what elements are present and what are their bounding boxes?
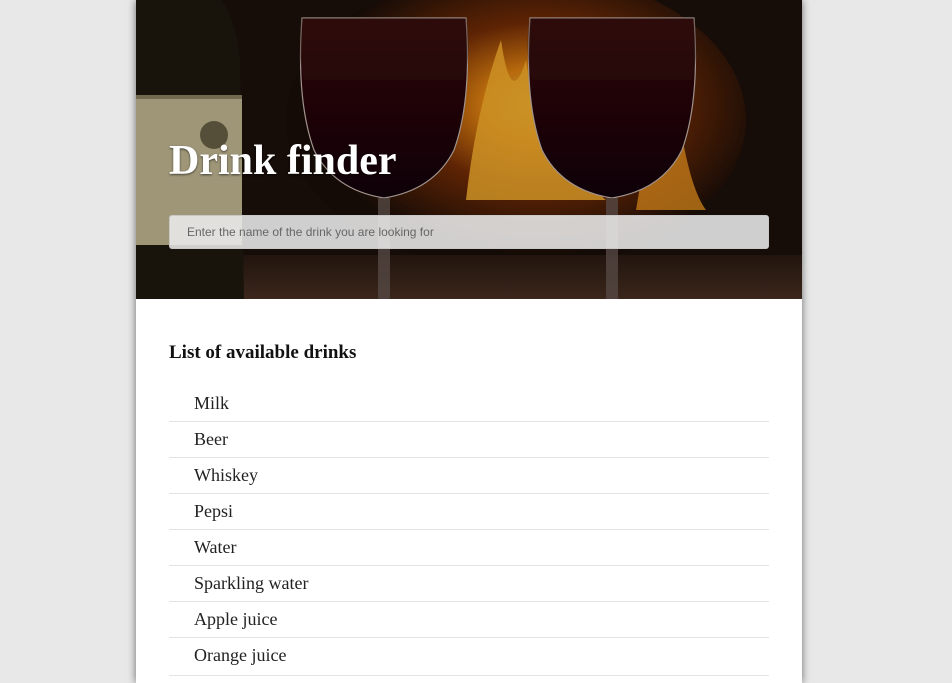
list-item[interactable]: Whiskey: [169, 458, 769, 494]
list-item[interactable]: Beer: [169, 422, 769, 458]
drink-list-section: List of available drinks Milk Beer Whisk…: [169, 299, 769, 676]
search-input[interactable]: [169, 215, 769, 249]
page-title: Drink finder: [169, 138, 397, 184]
list-item[interactable]: Apple juice: [169, 602, 769, 638]
list-item[interactable]: Sparkling water: [169, 566, 769, 602]
list-heading: List of available drinks: [169, 342, 357, 363]
hero-header: Drink finder: [136, 0, 802, 299]
app-card: Drink finder List of available drinks Mi…: [136, 0, 802, 683]
drink-list: Milk Beer Whiskey Pepsi Water Sparkling …: [169, 386, 769, 676]
list-item[interactable]: Pepsi: [169, 494, 769, 530]
list-item[interactable]: Milk: [169, 386, 769, 422]
list-item[interactable]: Orange juice: [169, 638, 769, 676]
list-item[interactable]: Water: [169, 530, 769, 566]
